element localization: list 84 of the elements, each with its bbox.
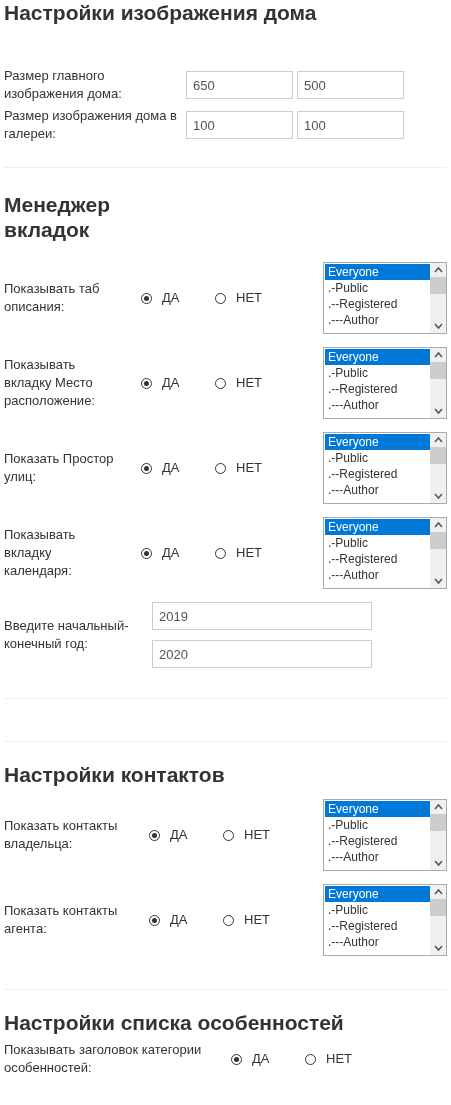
list-option[interactable]: .--Registered <box>325 296 430 312</box>
radio-label[interactable]: ДА <box>162 290 180 306</box>
radio-button[interactable] <box>231 1053 242 1065</box>
list-option[interactable]: .-Public <box>325 365 430 381</box>
list-option[interactable]: .---Author <box>325 397 430 413</box>
scrollbar[interactable] <box>430 263 446 333</box>
scrollbar[interactable] <box>430 433 446 503</box>
list-option[interactable]: .-Public <box>325 817 430 833</box>
radio-label[interactable]: ДА <box>162 545 180 561</box>
list-option[interactable]: .---Author <box>325 934 430 950</box>
radio-label[interactable]: НЕТ <box>236 460 262 476</box>
radio-button[interactable] <box>215 292 226 304</box>
radio-label[interactable]: НЕТ <box>236 375 262 391</box>
access-listbox[interactable]: Everyone .-Public .--Registered .---Author <box>323 432 447 504</box>
section-heading: Настройки контактов <box>4 762 226 787</box>
list-option[interactable]: Everyone <box>325 264 430 280</box>
radio-button[interactable] <box>141 462 152 474</box>
radio-button[interactable] <box>141 547 152 559</box>
list-option[interactable]: .---Author <box>325 849 430 865</box>
year-field[interactable]: 2019 <box>152 602 372 630</box>
access-listbox[interactable]: Everyone .-Public .--Registered .---Author <box>323 799 447 871</box>
setting-label: Показывать таб описания: <box>4 280 101 316</box>
radio-button[interactable] <box>305 1053 316 1065</box>
access-listbox[interactable]: Everyone .-Public .--Registered .---Author <box>323 347 447 419</box>
list-option[interactable]: .--Registered <box>325 466 430 482</box>
list-option[interactable]: Everyone <box>325 519 430 535</box>
radio-button[interactable] <box>223 914 234 926</box>
year-field[interactable]: 2020 <box>152 640 372 668</box>
list-option[interactable]: .--Registered <box>325 918 430 934</box>
access-listbox[interactable]: Everyone .-Public .--Registered .---Author <box>323 262 447 334</box>
radio-label[interactable]: НЕТ <box>244 827 270 843</box>
radio-label[interactable]: ДА <box>162 375 180 391</box>
radio-button[interactable] <box>141 377 152 389</box>
setting-label: Показывать вкладку Место расположение: <box>4 356 96 410</box>
list-option[interactable]: .---Author <box>325 567 430 583</box>
radio-button[interactable] <box>149 914 160 926</box>
list-option[interactable]: .-Public <box>325 450 430 466</box>
size-field[interactable]: 500 <box>297 71 404 99</box>
radio-label[interactable]: ДА <box>252 1051 270 1067</box>
radio-label[interactable]: ДА <box>170 827 188 843</box>
list-option[interactable]: Everyone <box>325 349 430 365</box>
setting-label: Введите начальный-конечный год: <box>4 617 130 653</box>
size-field[interactable]: 650 <box>186 71 293 99</box>
scrollbar[interactable] <box>430 348 446 418</box>
list-option[interactable]: Everyone <box>325 434 430 450</box>
setting-label: Показать Простор улиц: <box>4 450 115 486</box>
section-heading: Настройки списка особенностей <box>4 1010 345 1035</box>
setting-label: Размер главного изображения дома: <box>4 67 123 103</box>
list-option[interactable]: .--Registered <box>325 381 430 397</box>
setting-label: Показывать вкладку календаря: <box>4 526 77 580</box>
radio-label[interactable]: НЕТ <box>326 1051 352 1067</box>
list-option[interactable]: .--Registered <box>325 551 430 567</box>
size-field[interactable]: 100 <box>297 111 404 139</box>
list-option[interactable]: .---Author <box>325 312 430 328</box>
scrollbar[interactable] <box>430 518 446 588</box>
radio-label[interactable]: ДА <box>170 912 188 928</box>
radio-label[interactable]: НЕТ <box>236 290 262 306</box>
section-heading: Менеджер вкладок <box>4 192 111 242</box>
list-option[interactable]: Everyone <box>325 801 430 817</box>
section-heading: Настройки изображения дома <box>4 0 318 25</box>
list-option[interactable]: .---Author <box>325 482 430 498</box>
radio-button[interactable] <box>215 547 226 559</box>
list-option[interactable]: Everyone <box>325 886 430 902</box>
setting-label: Показать контакты агента: <box>4 902 119 938</box>
list-option[interactable]: .-Public <box>325 535 430 551</box>
setting-label: Показывать заголовок категории особенностей: <box>4 1041 203 1077</box>
radio-button[interactable] <box>223 829 234 841</box>
radio-button[interactable] <box>141 292 152 304</box>
radio-label[interactable]: НЕТ <box>244 912 270 928</box>
radio-button[interactable] <box>149 829 160 841</box>
radio-label[interactable]: НЕТ <box>236 545 262 561</box>
size-field[interactable]: 100 <box>186 111 293 139</box>
access-listbox[interactable]: Everyone .-Public .--Registered .---Author <box>323 517 447 589</box>
radio-button[interactable] <box>215 462 226 474</box>
list-option[interactable]: .-Public <box>325 902 430 918</box>
radio-label[interactable]: ДА <box>162 460 180 476</box>
setting-label: Размер изображения дома в галереи: <box>4 107 179 143</box>
scrollbar[interactable] <box>430 885 446 955</box>
list-option[interactable]: .--Registered <box>325 833 430 849</box>
access-listbox[interactable]: Everyone .-Public .--Registered .---Author <box>323 884 447 956</box>
list-option[interactable]: .-Public <box>325 280 430 296</box>
scrollbar[interactable] <box>430 800 446 870</box>
setting-label: Показать контакты владельца: <box>4 817 119 853</box>
radio-button[interactable] <box>215 377 226 389</box>
